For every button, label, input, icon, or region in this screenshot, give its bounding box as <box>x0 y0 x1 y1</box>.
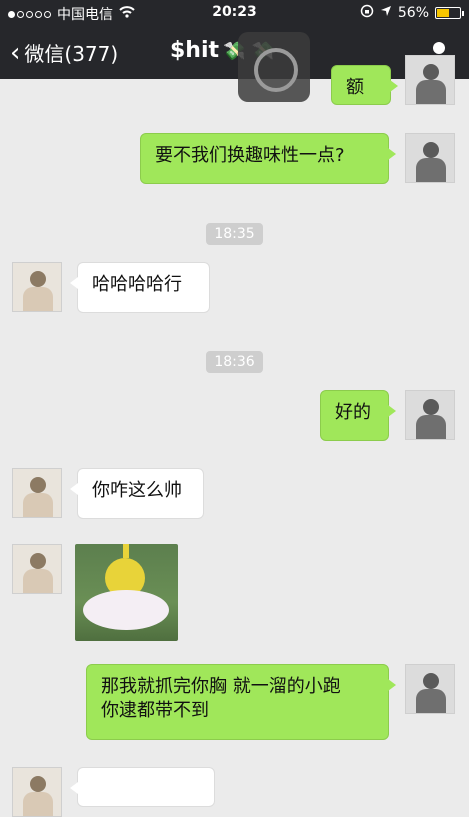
nav-bar: ‹ 微信(377) $hit💸 💸 <box>0 26 469 102</box>
contact-avatar[interactable] <box>12 262 62 312</box>
timestamp: 18:36 <box>0 351 469 373</box>
message-bubble[interactable]: 哈哈哈哈行 <box>70 262 210 313</box>
message-text: 额 <box>346 77 364 98</box>
contact-avatar[interactable] <box>12 767 62 817</box>
back-label: 微信(377) <box>24 42 119 66</box>
contact-avatar[interactable] <box>12 544 62 594</box>
my-avatar[interactable] <box>405 133 455 183</box>
back-button[interactable]: ‹ 微信(377) <box>10 38 118 67</box>
battery-percent: 56% <box>397 5 429 21</box>
my-avatar[interactable] <box>405 664 455 714</box>
chat-area[interactable]: 额 要不我们换趣味性一点? 18:35 哈哈哈哈行 18:36 好的 你咋这么帅… <box>0 55 469 817</box>
battery-icon <box>435 7 464 19</box>
message-bubble[interactable]: 要不我们换趣味性一点? <box>140 133 396 184</box>
contact-avatar[interactable] <box>12 468 62 518</box>
sticker-image[interactable] <box>75 544 178 641</box>
chevron-left-icon: ‹ <box>10 37 21 68</box>
rotation-lock-icon <box>360 4 374 22</box>
message-bubble[interactable]: 额 <box>331 65 398 105</box>
message-bubble[interactable]: 好的 <box>320 390 396 441</box>
message-text: 哈哈哈哈行 <box>92 274 182 295</box>
my-avatar[interactable] <box>405 390 455 440</box>
message-text: 你咋这么帅 <box>92 480 182 501</box>
location-arrow-icon <box>380 5 392 21</box>
message-text: 要不我们换趣味性一点? <box>155 145 345 166</box>
message-bubble[interactable]: 你咋这么帅 <box>70 468 204 519</box>
chat-title-text: $hit <box>170 38 220 63</box>
message-text: 好的 <box>335 402 371 423</box>
message-text-line: 你逮都带不到 <box>101 700 209 721</box>
message-bubble[interactable]: 那我就抓完你胸 就一溜的小跑 你逮都带不到 <box>86 664 396 740</box>
timestamp: 18:35 <box>0 223 469 245</box>
status-bar: 中国电信 20:23 56% <box>0 0 469 26</box>
message-bubble[interactable] <box>70 767 215 807</box>
message-text-line: 那我就抓完你胸 就一溜的小跑 <box>101 676 341 697</box>
my-avatar[interactable] <box>405 55 455 105</box>
